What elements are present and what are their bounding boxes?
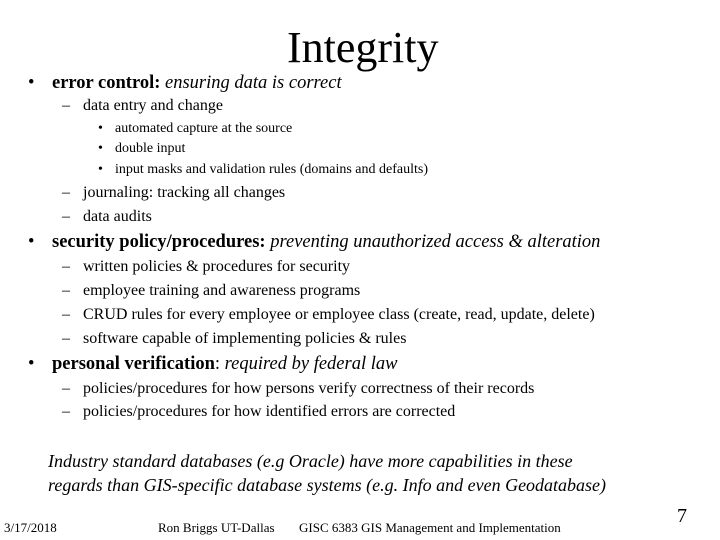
section-description: preventing unauthorized access & alterat… xyxy=(270,232,601,252)
section-error-control: • error control: ensuring data is correc… xyxy=(28,72,342,94)
section-label: error control: xyxy=(52,73,161,93)
dash: – xyxy=(62,258,70,275)
dash: – xyxy=(62,330,70,347)
bullet: • xyxy=(28,73,35,93)
sub-list-item: • automated capture at the source xyxy=(98,120,292,137)
page-number: 7 xyxy=(677,505,687,527)
item-text: automated capture at the source xyxy=(115,121,293,136)
list-item: – policies/procedures for how identified… xyxy=(62,402,455,422)
section-description: ensuring data is correct xyxy=(165,73,342,93)
item-text: written policies & procedures for securi… xyxy=(83,258,351,275)
note-line: regards than GIS-specific database syste… xyxy=(48,475,607,495)
item-text: CRUD rules for every employee or employe… xyxy=(83,306,595,323)
footer-date: 3/17/2018 xyxy=(4,520,57,535)
item-text: employee training and awareness programs xyxy=(83,282,361,299)
item-text: data entry and change xyxy=(83,97,223,114)
sub-list-item: • double input xyxy=(98,140,185,157)
list-item: – CRUD rules for every employee or emplo… xyxy=(62,305,595,325)
dash: – xyxy=(62,208,70,225)
item-text: software capable of implementing policie… xyxy=(83,330,407,347)
item-text: double input xyxy=(115,141,186,156)
bullet: • xyxy=(98,162,103,177)
item-text: data audits xyxy=(83,208,152,225)
list-item: – written policies & procedures for secu… xyxy=(62,257,350,277)
item-text: policies/procedures for how identified e… xyxy=(83,403,456,420)
list-item: – data entry and change xyxy=(62,96,223,116)
list-item: – journaling: tracking all changes xyxy=(62,183,285,203)
dash: – xyxy=(62,403,70,420)
dash: – xyxy=(62,184,70,201)
section-personal-verification: • personal verification: required by fed… xyxy=(28,353,397,375)
sub-list-item: • input masks and validation rules (doma… xyxy=(98,161,428,178)
bullet: • xyxy=(28,354,35,374)
section-label: security policy/procedures: xyxy=(52,232,266,252)
footer-author: Ron Briggs UT-Dallas xyxy=(158,520,275,535)
note-line: Industry standard databases (e.g Oracle)… xyxy=(48,451,573,471)
section-label: personal verification xyxy=(52,354,215,374)
dash: – xyxy=(62,97,70,114)
section-description: required by federal law xyxy=(224,354,398,374)
slide-title: Integrity xyxy=(287,23,439,72)
list-item: – software capable of implementing polic… xyxy=(62,329,406,349)
list-item: – data audits xyxy=(62,207,152,227)
item-text: input masks and validation rules (domain… xyxy=(115,162,428,177)
bullet: • xyxy=(28,232,35,252)
footer-course: GISC 6383 GIS Management and Implementat… xyxy=(299,520,561,535)
dash: – xyxy=(62,282,70,299)
list-item: – employee training and awareness progra… xyxy=(62,281,360,301)
bullet: • xyxy=(98,141,103,156)
item-text: policies/procedures for how persons veri… xyxy=(83,380,535,397)
dash: – xyxy=(62,306,70,323)
item-text: journaling: tracking all changes xyxy=(83,184,286,201)
dash: – xyxy=(62,380,70,397)
bullet: • xyxy=(98,121,103,136)
label-colon: : xyxy=(214,354,221,374)
section-security-policy: • security policy/procedures: preventing… xyxy=(28,231,600,253)
list-item: – policies/procedures for how persons ve… xyxy=(62,379,534,399)
